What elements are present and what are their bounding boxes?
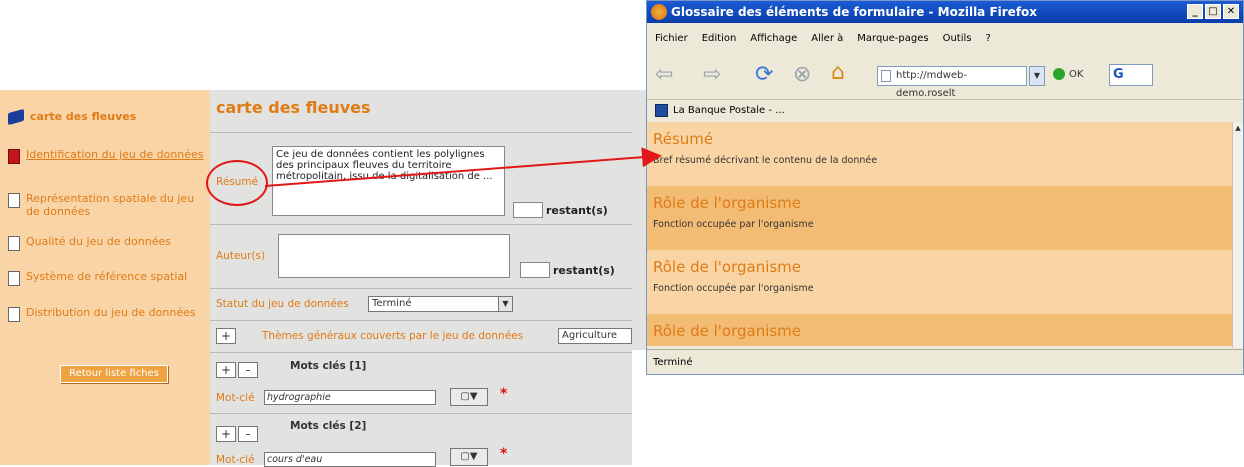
annotation-arrow [264,147,662,187]
